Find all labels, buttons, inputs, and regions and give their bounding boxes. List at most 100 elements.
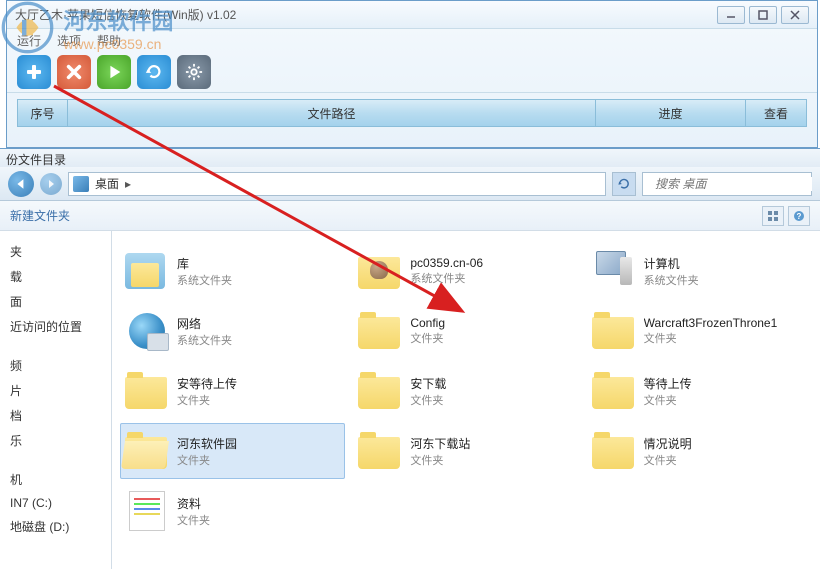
play-button[interactable] [97, 55, 131, 89]
folder-icon [592, 371, 636, 411]
minimize-button[interactable] [717, 6, 745, 24]
nav-forward-button[interactable] [40, 173, 62, 195]
window-controls [717, 6, 809, 24]
view-mode-button[interactable] [762, 206, 784, 226]
folder-icon [358, 431, 402, 471]
help-button[interactable]: ? [788, 206, 810, 226]
sidebar-item[interactable]: 地磁盘 (D:) [4, 514, 107, 539]
net-icon [125, 311, 169, 351]
folder-item[interactable]: 资料文件夹 [120, 483, 345, 539]
column-path[interactable]: 文件路径 [68, 100, 596, 126]
sidebar-item[interactable]: 近访问的位置 [4, 314, 107, 339]
folder-name: 情况说明 [644, 435, 807, 452]
search-box[interactable] [642, 172, 812, 196]
column-progress[interactable]: 进度 [596, 100, 746, 126]
explorer-body: 夹 载 面 近访问的位置 频 片 档 乐 机 IN7 (C:) 地磁盘 (D:)… [0, 231, 820, 569]
folder-type: 文件夹 [410, 330, 573, 346]
sidebar-item[interactable]: 乐 [4, 428, 107, 453]
sidebar-item[interactable]: 面 [4, 289, 107, 314]
column-seq[interactable]: 序号 [18, 100, 68, 126]
folder-icon [592, 311, 636, 351]
explorer-navbar: 桌面 ▸ [0, 167, 820, 201]
folder-name: 计算机 [644, 255, 807, 272]
folder-type: 系统文件夹 [177, 272, 340, 288]
folder-item[interactable]: pc0359.cn-06系统文件夹 [353, 243, 578, 299]
sidebar-item[interactable]: 机 [4, 467, 107, 492]
folder-item[interactable]: 库系统文件夹 [120, 243, 345, 299]
folder-type: 文件夹 [177, 512, 340, 528]
add-button[interactable] [17, 55, 51, 89]
folder-item[interactable]: 等待上传文件夹 [587, 363, 812, 419]
explorer-content: 库系统文件夹pc0359.cn-06系统文件夹计算机系统文件夹网络系统文件夹Co… [112, 231, 820, 569]
chevron-right-icon: ▸ [125, 177, 131, 191]
sidebar-item[interactable]: 夹 [4, 239, 107, 264]
table-header: 序号 文件路径 进度 查看 [17, 99, 807, 127]
delete-button[interactable] [57, 55, 91, 89]
column-view[interactable]: 查看 [746, 100, 806, 126]
explorer-toolbar: 新建文件夹 ? [0, 201, 820, 231]
sidebar-item[interactable]: 档 [4, 403, 107, 428]
menu-run[interactable]: 运行 [17, 32, 41, 49]
folder-item[interactable]: 河东软件园文件夹 [120, 423, 345, 479]
folder-type: 系统文件夹 [410, 270, 573, 286]
sidebar-item[interactable]: 频 [4, 353, 107, 378]
folder-icon [358, 371, 402, 411]
folder-name: Config [410, 316, 573, 330]
app-window: 大厅乙木·苹果短信恢复软件(Win版) v1.02 运行 选项 帮助 序号 文件… [6, 0, 818, 148]
folder-type: 文件夹 [177, 392, 340, 408]
search-input[interactable] [655, 177, 812, 191]
folder-type: 文件夹 [410, 452, 573, 468]
folder-item[interactable]: 计算机系统文件夹 [587, 243, 812, 299]
settings-button[interactable] [177, 55, 211, 89]
app-title: 大厅乙木·苹果短信恢复软件(Win版) v1.02 [15, 6, 717, 23]
doc-icon [125, 491, 169, 531]
folder-name: 安等待上传 [177, 375, 340, 392]
folder-name: 网络 [177, 315, 340, 332]
folder-type: 系统文件夹 [644, 272, 807, 288]
menu-help[interactable]: 帮助 [97, 32, 121, 49]
folder-type: 文件夹 [644, 452, 807, 468]
folder-item[interactable]: 情况说明文件夹 [587, 423, 812, 479]
folder-type: 系统文件夹 [177, 332, 340, 348]
new-folder-button[interactable]: 新建文件夹 [10, 207, 70, 224]
folder-icon [592, 431, 636, 471]
app-menubar: 运行 选项 帮助 [7, 29, 817, 51]
folder-name: 库 [177, 255, 340, 272]
sidebar-item[interactable]: 片 [4, 378, 107, 403]
folder-item[interactable]: Warcraft3FrozenThrone1文件夹 [587, 303, 812, 359]
folder-name: 资料 [177, 495, 340, 512]
app-titlebar: 大厅乙木·苹果短信恢复软件(Win版) v1.02 [7, 1, 817, 29]
folder-icon [125, 371, 169, 411]
folder-item[interactable]: 安下载文件夹 [353, 363, 578, 419]
svg-text:?: ? [797, 212, 802, 221]
app-toolbar [7, 51, 817, 93]
explorer-sidebar: 夹 载 面 近访问的位置 频 片 档 乐 机 IN7 (C:) 地磁盘 (D:) [0, 231, 112, 569]
refresh-button[interactable] [137, 55, 171, 89]
close-button[interactable] [781, 6, 809, 24]
nav-refresh-button[interactable] [612, 172, 636, 196]
folder-type: 文件夹 [644, 392, 807, 408]
folder-item[interactable]: 安等待上传文件夹 [120, 363, 345, 419]
menu-options[interactable]: 选项 [57, 32, 81, 49]
breadcrumb[interactable]: 桌面 ▸ [68, 172, 606, 196]
lib-icon [125, 251, 169, 291]
folder-type: 文件夹 [410, 392, 573, 408]
folder-item[interactable]: Config文件夹 [353, 303, 578, 359]
explorer-window: 份文件目录 桌面 ▸ 新建文件夹 ? 夹 载 面 近访问的位置 频 片 [0, 148, 820, 569]
sidebar-item[interactable]: IN7 (C:) [4, 492, 107, 514]
nav-back-button[interactable] [8, 171, 34, 197]
folder-name: Warcraft3FrozenThrone1 [644, 316, 807, 330]
folder-icon [358, 311, 402, 351]
sidebar-item[interactable]: 载 [4, 264, 107, 289]
desktop-icon [73, 176, 89, 192]
maximize-button[interactable] [749, 6, 777, 24]
folder-name: pc0359.cn-06 [410, 256, 573, 270]
folder-type: 文件夹 [177, 452, 340, 468]
folder-open-icon [125, 431, 169, 471]
view-options: ? [762, 206, 810, 226]
folder-item[interactable]: 河东下载站文件夹 [353, 423, 578, 479]
breadcrumb-text: 桌面 [95, 175, 119, 192]
user-icon [358, 251, 402, 291]
explorer-title: 份文件目录 [0, 149, 820, 167]
folder-item[interactable]: 网络系统文件夹 [120, 303, 345, 359]
